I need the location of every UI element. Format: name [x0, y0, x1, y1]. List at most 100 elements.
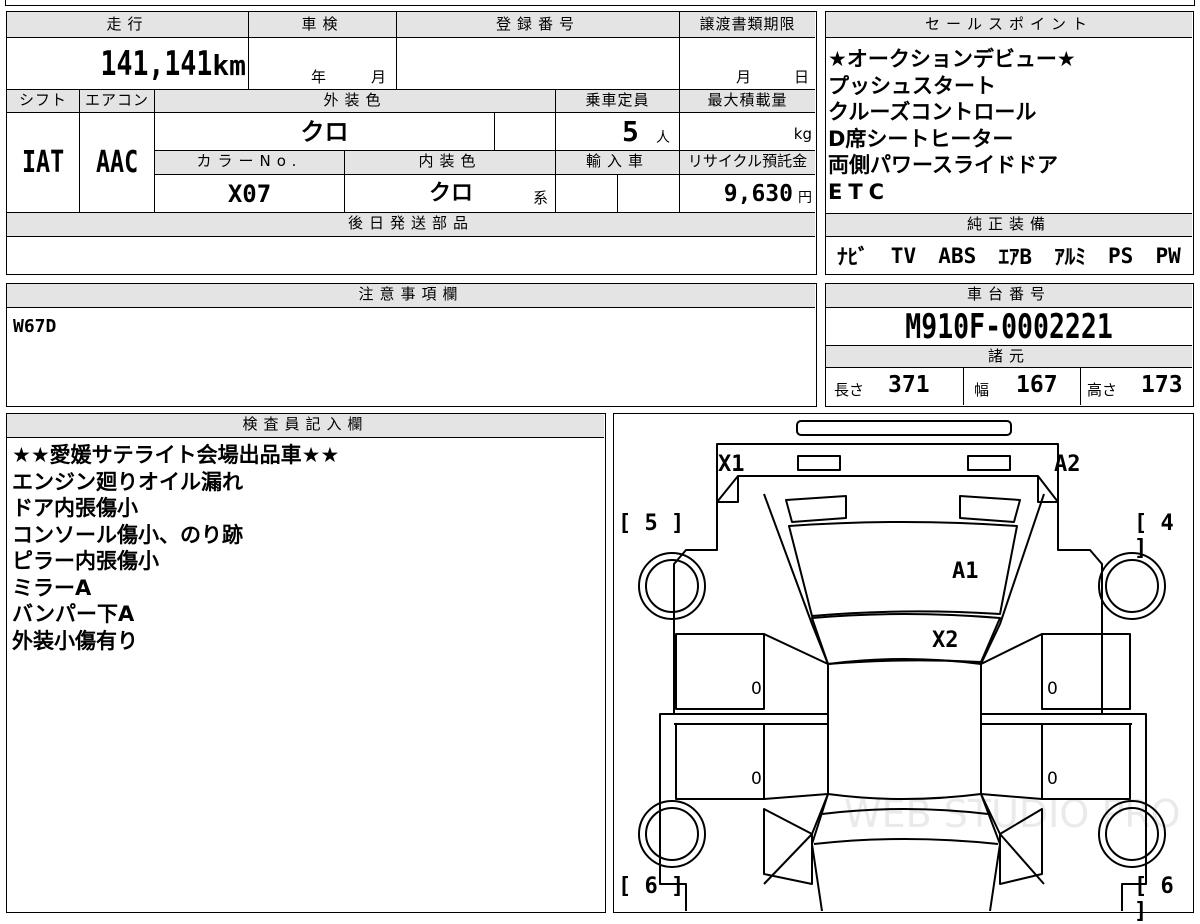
spec-length-label: 長さ: [834, 381, 865, 399]
spec-height-label: 高さ: [1087, 381, 1118, 399]
wheel-rear-right: [1098, 552, 1166, 620]
sales-points-header: セールスポイント: [826, 12, 1192, 38]
equipment-alloy: ｱﾙﾐ: [1054, 245, 1086, 269]
color-no-value: X07: [227, 180, 272, 208]
damage-diagram-box: X1 A2 A1 X2 [ 5 ] [ 4 ] [ 6 ] [ 6 ] 0 0 …: [613, 413, 1194, 924]
inspector-box: 検査員記入欄 ★★愛媛サテライト会場出品車★★ エンジン廻りオイル漏れ ドア内張…: [6, 413, 606, 913]
damage-mark-x2: X2: [932, 628, 959, 653]
recycle-fee-cell: 9,630 円: [680, 175, 815, 213]
chassis-number: M910F-0002221: [905, 307, 1113, 347]
interior-color-header: 内装色: [345, 151, 556, 175]
sales-point-item: D席シートヒーター: [828, 126, 1014, 151]
equipment-tv: TV: [890, 244, 917, 268]
max-load-cell: kg: [680, 113, 815, 151]
inspector-line: 外装小傷有り: [12, 628, 138, 653]
capacity-cell: 5 人: [556, 113, 680, 151]
inspector-line: エンジン廻りオイル漏れ: [12, 469, 243, 494]
sales-points-list: ★オークションデビュー★ プッシュスタート クルーズコントロール D席シートヒー…: [828, 46, 1076, 205]
mileage-value: 141,141: [100, 44, 213, 84]
interior-color-value: クロ: [429, 181, 474, 206]
max-load-unit: kg: [793, 125, 812, 143]
color-no-cell: X07: [155, 175, 345, 213]
inspector-line: ミラーA: [12, 575, 92, 600]
later-shipping-cell: [7, 237, 815, 273]
damage-mark-a2: A2: [1054, 452, 1081, 477]
mileage-unit: km: [212, 49, 246, 82]
aircon-header: エアコン: [80, 90, 155, 113]
mileage-header: 走行: [7, 12, 249, 38]
equipment-pw: PW: [1155, 244, 1181, 268]
tire-rear-left-label: [ 5 ]: [618, 511, 685, 536]
door-zero: 0: [751, 679, 762, 699]
spec-height-value: 173: [1141, 372, 1183, 398]
sales-point-item: クルーズコントロール: [828, 100, 1037, 124]
color-no-header: カラーNo.: [155, 151, 345, 175]
tire-front-left-label: [ 6 ]: [618, 874, 685, 899]
rear-glass-left: [785, 495, 847, 523]
exterior-color-value: クロ: [300, 118, 349, 146]
damage-mark-x1: X1: [718, 452, 745, 477]
sales-point-item: ★オークションデビュー★: [828, 47, 1076, 71]
shaken-month-unit: 月: [371, 68, 387, 86]
shift-cell: IAT: [7, 113, 80, 213]
import-header: 輸入車: [556, 151, 680, 175]
later-shipping-header: 後日発送部品: [7, 213, 815, 237]
registration-cell: [397, 38, 680, 90]
equipment-airbag: ｴｱB: [998, 245, 1033, 269]
sales-points-box: セールスポイント ★オークションデビュー★ プッシュスタート クルーズコントロー…: [825, 11, 1194, 275]
aircon-cell: AAC: [80, 113, 155, 213]
exterior-color-extra-cell: [495, 113, 556, 151]
inspector-line: バンパー下A: [12, 602, 135, 626]
equipment-abs: ABS: [938, 244, 977, 268]
sales-point-item: ETC: [828, 179, 891, 204]
rear-bumper-outline: [716, 443, 1059, 503]
top-strip: [5, 0, 1195, 6]
deadline-day-unit: 日: [794, 68, 810, 86]
door-zero: 0: [1047, 679, 1058, 699]
recycle-fee-value: 9,630: [723, 181, 793, 207]
exterior-color-cell: クロ: [155, 113, 495, 151]
spec-width-label: 幅: [974, 381, 990, 399]
chassis-cell: M910F-0002221: [826, 308, 1192, 346]
roof-rear: [788, 521, 1018, 617]
shift-value: IAT: [21, 145, 65, 180]
roof-front: [811, 613, 1001, 665]
capacity-value: 5: [622, 115, 639, 148]
wheel-rear-left: [638, 552, 706, 620]
transfer-deadline-cell: 月 日: [680, 38, 815, 90]
max-load-header: 最大積載量: [680, 90, 815, 113]
deadline-month-unit: 月: [736, 68, 752, 86]
door-zero: 0: [751, 769, 762, 789]
import-cell-b: [618, 175, 680, 213]
capacity-header: 乗車定員: [556, 90, 680, 113]
recycle-fee-header: リサイクル預託金: [680, 151, 815, 175]
inspector-line: コンソール傷小、のり跡: [12, 522, 243, 547]
car-body-diagram: [638, 420, 1166, 911]
shaken-cell: 年 月: [249, 38, 397, 90]
chassis-box: 車台番号 M910F-0002221 諸元 長さ 371 幅 167 高さ 17…: [825, 283, 1194, 407]
inspector-line: ★★愛媛サテライト会場出品車★★: [12, 443, 340, 467]
rear-glass-right: [959, 495, 1021, 523]
watermark: WEB STUDIO PRO: [844, 792, 1181, 836]
door-zero: 0: [1047, 769, 1058, 789]
rear-lamp-right: [967, 455, 1011, 471]
specs-header: 諸元: [826, 346, 1192, 368]
spec-length-cell: 長さ 371: [826, 368, 964, 405]
shift-header: シフト: [7, 90, 80, 113]
body-outline: [659, 475, 739, 911]
shaken-year-unit: 年: [311, 68, 327, 86]
spec-length-value: 371: [888, 372, 930, 398]
inspector-line: ピラー内張傷小: [12, 549, 159, 573]
genuine-equipment-header: 純正装備: [826, 213, 1192, 237]
capacity-unit: 人: [656, 130, 670, 146]
registration-header: 登録番号: [397, 12, 680, 38]
inspector-header: 検査員記入欄: [7, 414, 604, 438]
interior-color-suffix: 系: [533, 189, 549, 207]
interior-color-cell: クロ 系: [345, 175, 556, 213]
spec-width-value: 167: [1016, 372, 1058, 398]
aircon-value: AAC: [95, 145, 139, 180]
rear-lamp-left: [797, 455, 841, 471]
sales-point-item: プッシュスタート: [828, 73, 996, 98]
mileage-cell: 141,141km: [7, 38, 249, 90]
equipment-navi: ﾅﾋﾞ: [837, 245, 869, 269]
